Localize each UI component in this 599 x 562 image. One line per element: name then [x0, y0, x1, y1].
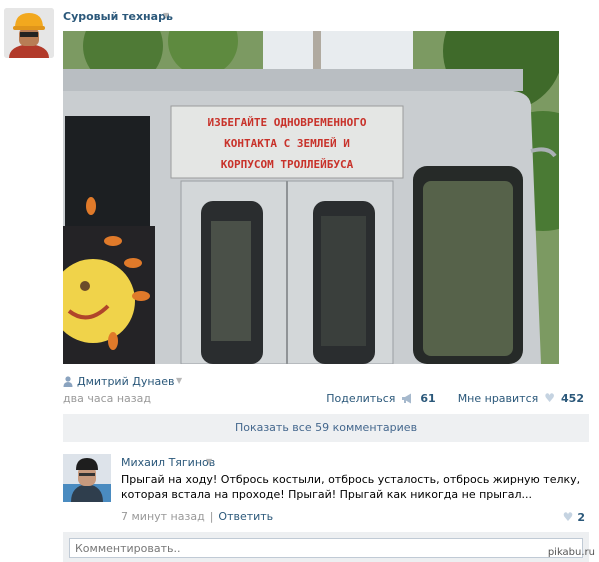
comment-like-count: 2	[577, 510, 585, 524]
comment-author-dropdown-icon[interactable]: ▼	[206, 457, 212, 466]
svg-text:ИЗБЕГАЙТЕ ОДНОВРЕМЕННОГО: ИЗБЕГАЙТЕ ОДНОВРЕМЕННОГО	[208, 116, 367, 129]
like-button-label[interactable]: Мне нравится	[458, 392, 539, 405]
signer-link[interactable]: Дмитрий Дунаев	[77, 375, 175, 388]
like-count: 452	[561, 391, 584, 405]
comment-like[interactable]: ♥ 2	[563, 510, 585, 524]
post-date[interactable]: два часа назад	[63, 392, 151, 405]
megaphone-icon[interactable]	[401, 393, 414, 404]
post-signer[interactable]: Дмитрий Дунаев	[63, 375, 175, 388]
wall-post: Суровый технарь ▼ ИЗБЕГАЙТЕ ОДНОВРЕМЕННО…	[0, 0, 599, 562]
svg-text:КОНТАКТА С ЗЕМЛЕЙ И: КОНТАКТА С ЗЕМЛЕЙ И	[224, 137, 350, 150]
commenter-avatar[interactable]	[63, 454, 111, 502]
share-button-label[interactable]: Поделиться	[326, 392, 395, 405]
comment-text: Прыгай на ходу! Отбрось костыли, отбрось…	[121, 473, 581, 501]
comment-meta: 7 минут назад | Ответить	[121, 510, 273, 523]
share-count: 61	[420, 391, 436, 405]
show-all-comments-button[interactable]: Показать все 59 комментариев	[63, 414, 589, 442]
post-actions: Поделиться 61 Мне нравится ♥ 452	[326, 391, 584, 405]
signer-dropdown-icon[interactable]: ▼	[176, 376, 182, 385]
watermark-text: pikabu.ru	[547, 547, 595, 558]
author-dropdown-icon[interactable]: ▼	[163, 11, 169, 20]
comment-meta-separator: |	[209, 510, 214, 523]
comment-time[interactable]: 7 минут назад	[121, 510, 205, 523]
heart-icon[interactable]: ♥	[544, 391, 555, 405]
author-avatar[interactable]	[4, 8, 54, 58]
post-photo[interactable]: ИЗБЕГАЙТЕ ОДНОВРЕМЕННОГО КОНТАКТА С ЗЕМЛ…	[63, 31, 559, 364]
svg-text:КОРПУСОМ ТРОЛЛЕЙБУСА: КОРПУСОМ ТРОЛЛЕЙБУСА	[221, 158, 354, 171]
post-author-link[interactable]: Суровый технарь	[63, 10, 173, 23]
comment-heart-icon[interactable]: ♥	[563, 510, 574, 524]
comment-reply-link[interactable]: Ответить	[218, 510, 273, 523]
person-icon	[63, 376, 73, 387]
comment-author-link[interactable]: Михаил Тягинов	[121, 456, 215, 469]
comment-input[interactable]	[69, 538, 583, 558]
